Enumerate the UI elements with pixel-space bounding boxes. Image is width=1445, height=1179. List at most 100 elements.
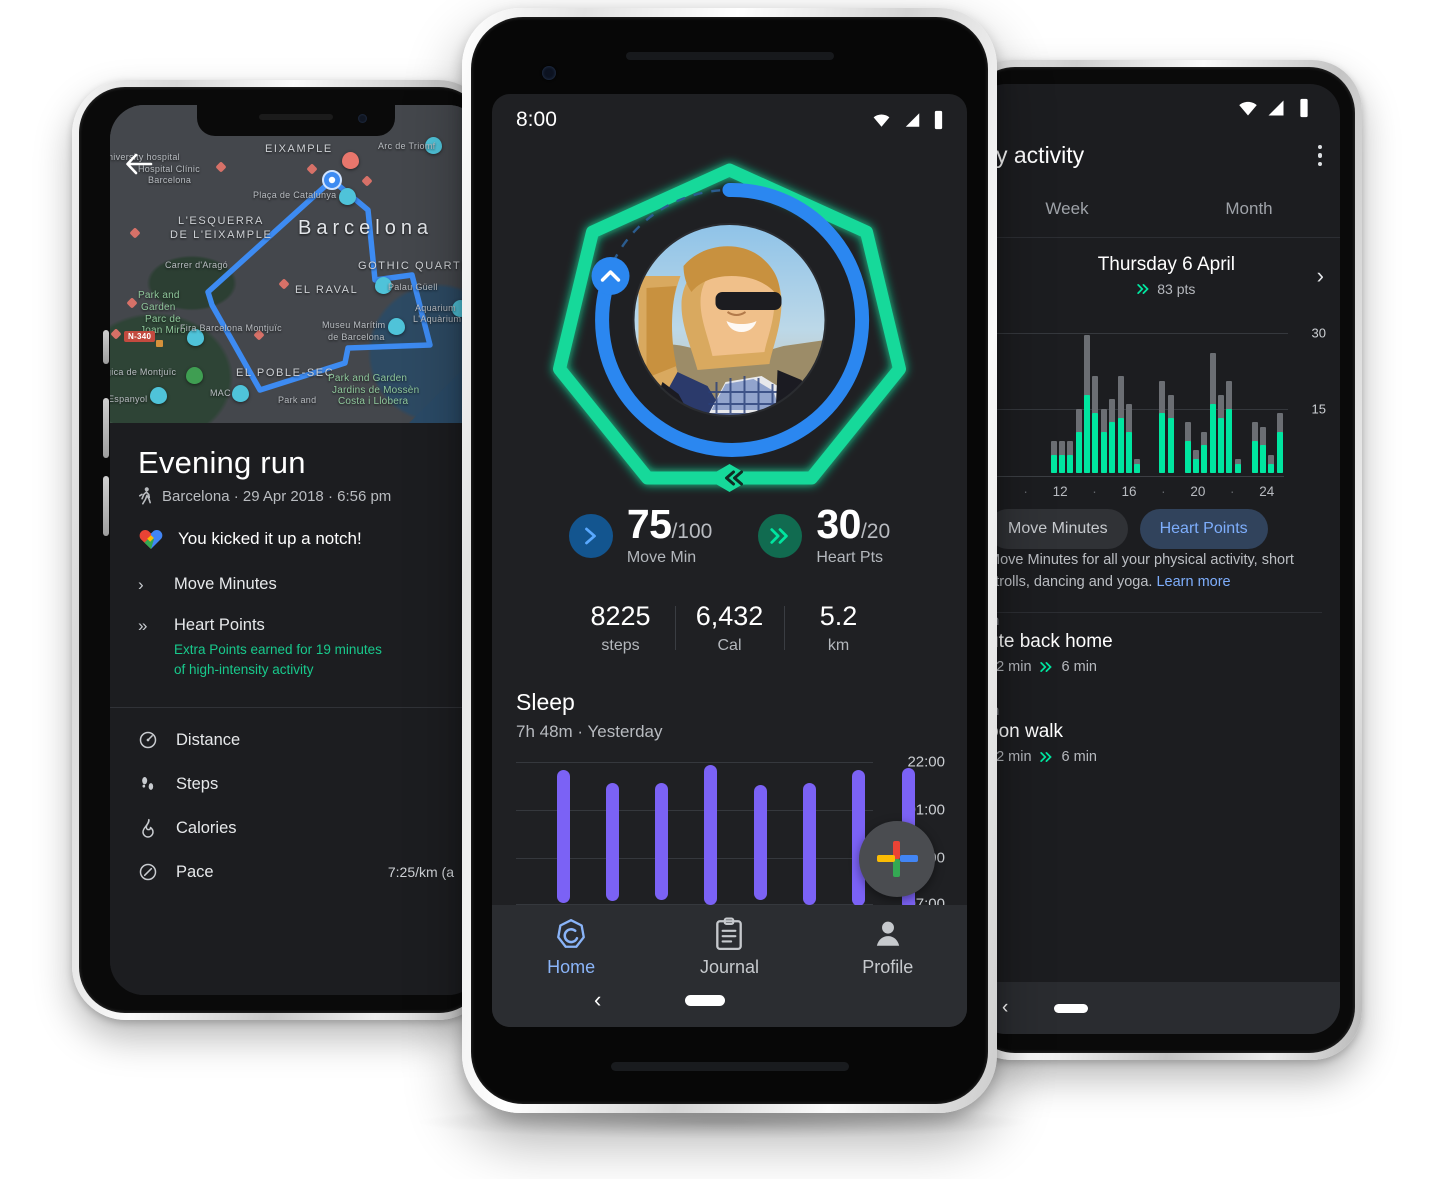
map-pin-montjuic[interactable] — [186, 367, 203, 384]
mute-switch[interactable] — [103, 330, 109, 364]
right-header: y activity — [976, 118, 1340, 169]
stat-label: Steps — [176, 774, 219, 793]
double-chevron-icon — [1039, 751, 1052, 762]
description-line1: Move Minutes for all your physical activ… — [988, 552, 1258, 568]
metric-move-min[interactable]: 75 /100 Move Min — [568, 501, 712, 567]
map-pin-fira[interactable] — [187, 329, 204, 346]
stat-steps[interactable]: Steps — [110, 762, 482, 806]
double-chevron-icon: » — [138, 616, 148, 635]
bar-column — [1259, 319, 1267, 473]
stat-distance[interactable]: Distance — [110, 718, 482, 762]
day-selector[interactable]: Thursday 6 April 83 pts › — [976, 238, 1340, 297]
tab-month[interactable]: Month — [1158, 199, 1340, 219]
map-pin-catalunya[interactable] — [339, 188, 356, 205]
bar-column — [1016, 319, 1024, 473]
bar-column — [1217, 319, 1225, 473]
sleep-bar — [704, 764, 718, 905]
map-pin-museu[interactable] — [388, 318, 405, 335]
map-pin-mac[interactable] — [232, 385, 249, 402]
more-vertical-icon[interactable] — [1317, 144, 1322, 167]
row-label: Heart Points — [174, 616, 265, 634]
stat-label: Pace — [176, 862, 214, 881]
map-pin-espanyol[interactable] — [150, 387, 167, 404]
pace-icon — [139, 863, 157, 881]
route-map[interactable]: EIXAMPLE Arc de Triomf niversity hospital H… — [110, 105, 482, 423]
home-pill[interactable] — [685, 994, 726, 1006]
bar-heart-points — [1268, 463, 1275, 473]
bar-heart-points — [1050, 454, 1057, 473]
center-phone: 8:00 75 /100 Move Min 30 /20 Heart Pts 8… — [462, 8, 997, 1113]
steps-value: 8225 — [590, 601, 651, 631]
nav-tab-journal[interactable]: Journal — [650, 917, 808, 978]
stat-pace[interactable]: Pace 7:25/km (a — [110, 850, 482, 894]
km-value: 5.2 — [819, 601, 858, 631]
heart-points-marker — [705, 464, 754, 492]
item-name: oon walk — [988, 720, 1063, 742]
move-min-value: 75 — [626, 501, 672, 547]
nav-tab-profile[interactable]: Profile — [809, 917, 967, 978]
bar-heart-points — [1209, 403, 1216, 473]
row-heart-points[interactable]: » Heart Points Extra Points earned for 1… — [110, 616, 482, 679]
activity-rings[interactable] — [492, 126, 967, 506]
bar-column — [1083, 319, 1091, 473]
chevron-right-icon — [585, 527, 597, 544]
map-pin-arc[interactable] — [425, 137, 442, 154]
chip-move-minutes[interactable]: Move Minutes — [988, 509, 1128, 549]
bar-column — [1033, 319, 1041, 473]
item-time: m — [988, 703, 1322, 718]
map-pin-hospital[interactable] — [342, 152, 359, 169]
bar-column — [1133, 319, 1141, 473]
bar-column — [1158, 319, 1166, 473]
points-value: 83 pts — [1157, 281, 1196, 297]
bar-column — [1075, 319, 1083, 473]
item-metrics: 12 min 6 min — [988, 749, 1322, 765]
list-item[interactable]: m oon walk 12 min 6 min — [988, 703, 1322, 765]
chevron-right-icon[interactable]: › — [1317, 263, 1324, 289]
bar-column — [1209, 319, 1217, 473]
bar-heart-points — [1117, 417, 1124, 473]
back-arrow-icon[interactable] — [124, 151, 154, 177]
item-points: 6 min — [1061, 748, 1097, 765]
nav-tab-home[interactable]: Home — [492, 917, 650, 978]
back-chevron-icon[interactable]: ‹ — [1002, 997, 1008, 1019]
move-min-badge — [568, 513, 613, 558]
achievement-text: You kicked it up a notch! — [178, 529, 362, 548]
bar-heart-points — [1167, 417, 1174, 473]
bar-heart-points — [1125, 431, 1132, 473]
bar-heart-points — [1109, 422, 1116, 473]
back-chevron-icon[interactable]: ‹ — [594, 987, 601, 1013]
earpiece-speaker — [625, 52, 834, 60]
wifi-icon — [1239, 101, 1257, 116]
summary-distance: 5.2 km — [785, 601, 893, 655]
google-fit-plus-icon[interactable] — [859, 821, 935, 897]
metric-heart-pts[interactable]: 30 /20 Heart Pts — [758, 504, 890, 567]
calories-icon — [142, 819, 154, 838]
bar-heart-points — [1058, 454, 1065, 473]
learn-more-link[interactable]: Learn more — [1156, 574, 1230, 590]
move-min-label: Move Min — [626, 549, 697, 566]
volume-down-button[interactable] — [103, 476, 109, 536]
map-pin-palau[interactable] — [375, 277, 392, 294]
signal-icon — [1268, 100, 1284, 116]
route-path-icon — [205, 170, 433, 393]
bar-column — [1167, 319, 1175, 473]
km-unit: km — [827, 637, 850, 654]
bar-column — [1008, 319, 1016, 473]
tab-week[interactable]: Week — [976, 199, 1158, 219]
bar-heart-points — [1234, 463, 1241, 473]
battery-icon — [1300, 98, 1308, 118]
stat-calories[interactable]: Calories — [110, 806, 482, 850]
list-item[interactable]: m ute back home 12 min 6 min — [988, 613, 1322, 675]
chip-heart-points[interactable]: Heart Points — [1139, 509, 1268, 549]
volume-up-button[interactable] — [103, 398, 109, 458]
sleep-card[interactable]: Sleep 7h 48m · Yesterday 22:00 01:00 04:… — [492, 689, 967, 919]
bar-heart-points — [1226, 408, 1233, 473]
home-pill[interactable] — [1054, 1003, 1089, 1013]
daily-summary: 8225 steps 6,432 Cal 5.2 km — [492, 601, 967, 655]
chevron-right-icon: › — [138, 575, 144, 594]
sleep-chart: 22:00 01:00 04:00 07:00 — [516, 754, 945, 919]
earpiece-speaker — [259, 114, 333, 120]
item-name: ute back home — [988, 630, 1113, 652]
row-move-minutes[interactable]: › Move Minutes — [110, 575, 482, 594]
bar-heart-points — [1218, 417, 1225, 473]
